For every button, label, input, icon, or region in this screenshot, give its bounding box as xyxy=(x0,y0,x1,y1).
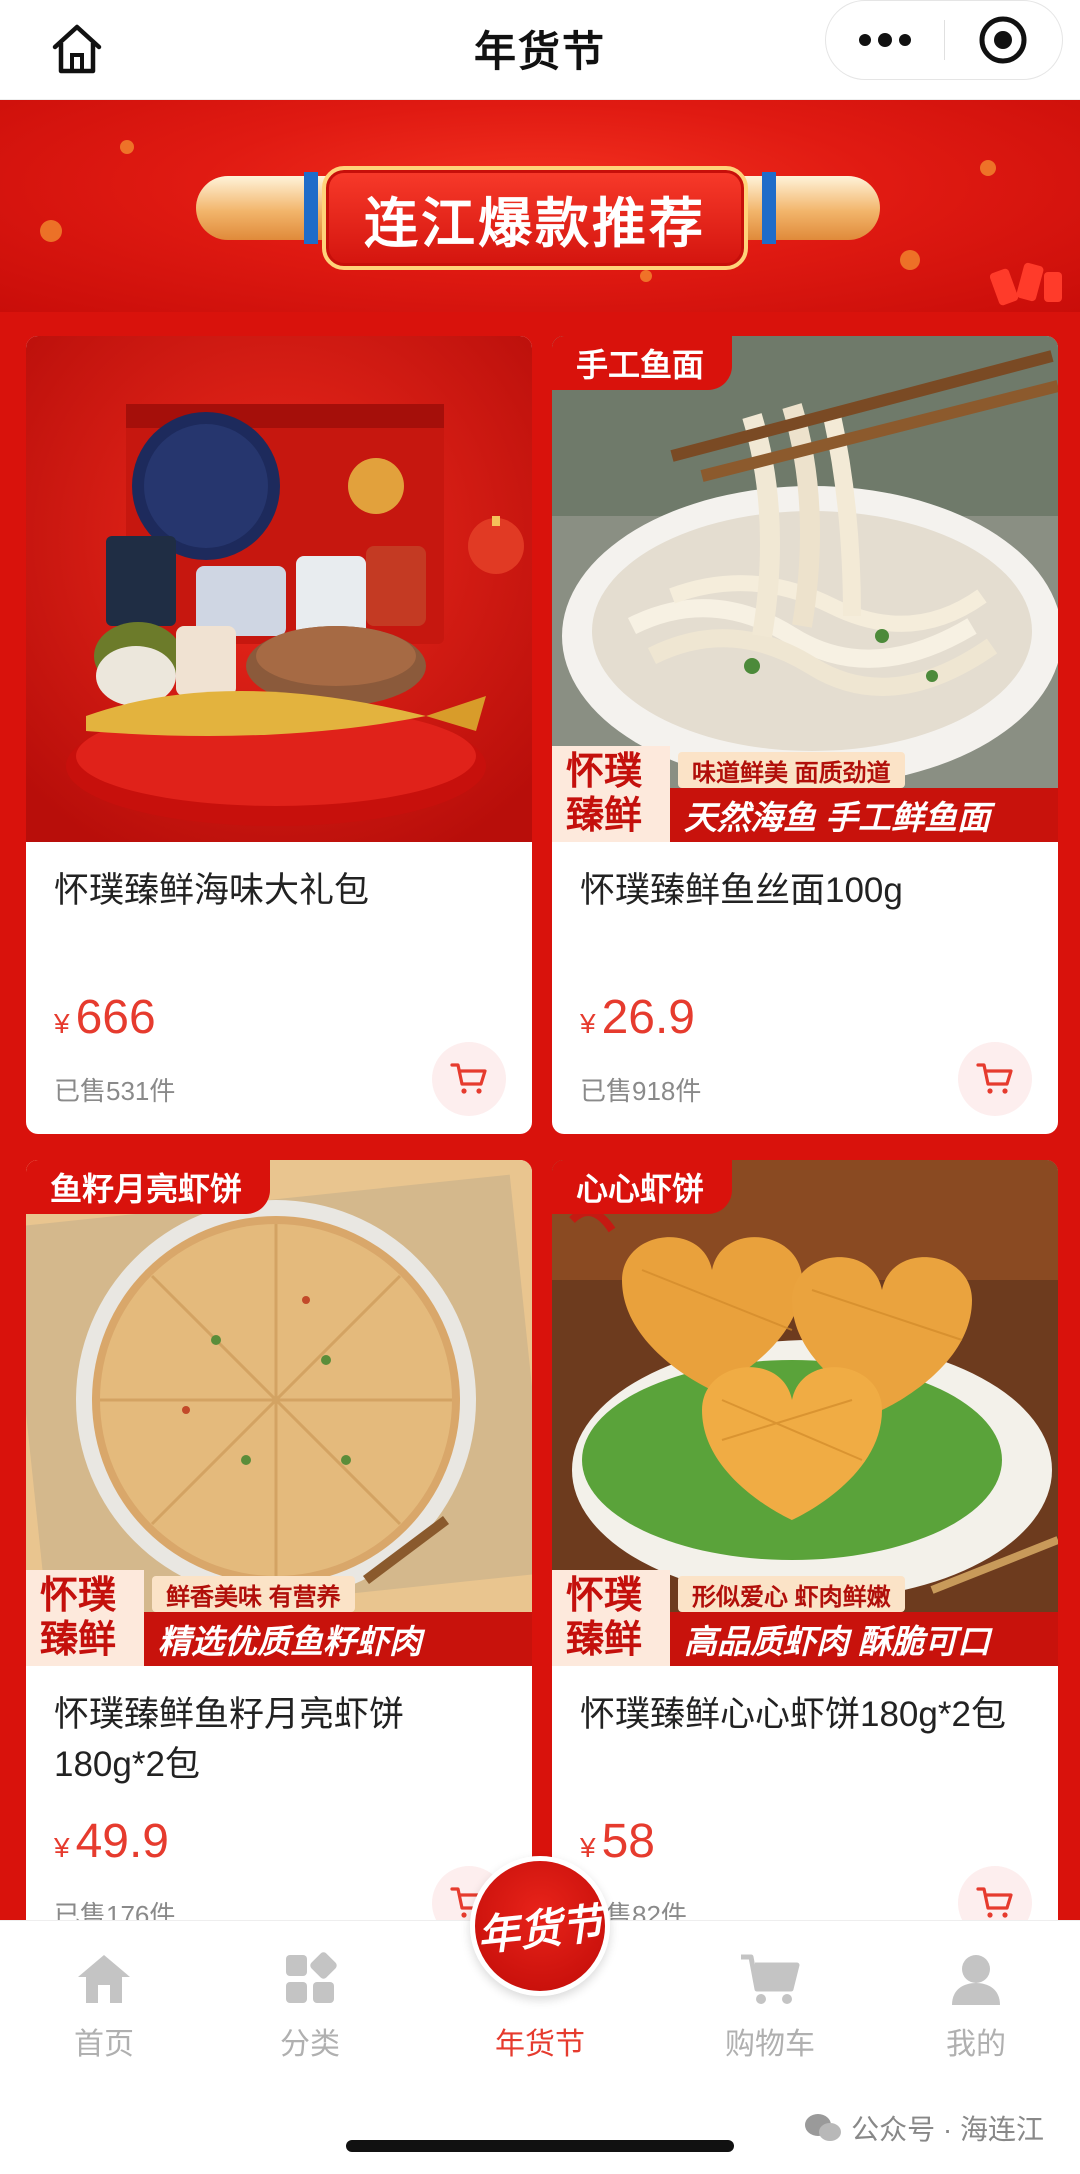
promo-strip: 怀璞臻鲜 形似爱心 虾肉鲜嫩 高品质虾肉 酥脆可口 xyxy=(552,1570,1058,1666)
watermark: 公众号 · 海连江 xyxy=(803,2108,1044,2148)
currency-symbol: ¥ xyxy=(54,1832,70,1863)
watermark-text: 公众号 · 海连江 xyxy=(851,2114,1044,2145)
tab-label: 分类 xyxy=(280,2028,340,2061)
sold-count: 已售176件 xyxy=(54,1900,176,1920)
tab-home[interactable]: 首页 xyxy=(24,1951,184,2091)
content-area: 连江爆款推荐 怀璞臻鲜海味大礼包 ¥ 666 已售531件 手工鱼面 怀璞臻鲜 … xyxy=(0,100,1080,1920)
category-icon xyxy=(286,1952,337,2003)
price-amount: 49.9 xyxy=(75,1815,169,1868)
banner-title: 连江爆款推荐 xyxy=(364,193,706,254)
wechat-icon xyxy=(805,2114,842,2141)
promo-slogan: 天然海鱼 手工鲜鱼面 xyxy=(670,788,1058,842)
banner-sparkle xyxy=(640,270,652,282)
festival-badge-button[interactable]: 年货节 xyxy=(470,1856,610,1996)
product-name[interactable]: 怀璞臻鲜海味大礼包 xyxy=(54,866,514,916)
promo-slogan: 精选优质鱼籽虾肉 xyxy=(144,1612,532,1666)
currency-symbol: ¥ xyxy=(580,1832,596,1863)
product-name[interactable]: 怀璞臻鲜心心虾饼180g*2包 xyxy=(580,1690,1040,1740)
promo-brand: 怀璞臻鲜 xyxy=(26,1570,144,1666)
add-to-cart-button[interactable] xyxy=(958,1042,1032,1116)
add-to-cart-button[interactable] xyxy=(432,1042,506,1116)
promo-brand: 怀璞臻鲜 xyxy=(552,746,670,842)
product-tag: 心心虾饼 xyxy=(552,1160,733,1214)
more-dots-icon xyxy=(858,33,911,47)
product-price: ¥ 49.9 xyxy=(54,1814,169,1869)
price-amount: 58 xyxy=(601,1815,655,1868)
product-card[interactable]: 鱼籽月亮虾饼 怀璞臻鲜 鲜香美味 有营养 精选优质鱼籽虾肉 怀璞臻鲜鱼籽月亮虾饼… xyxy=(26,1160,532,1920)
promo-slogan: 高品质虾肉 酥脆可口 xyxy=(670,1612,1058,1666)
product-card[interactable]: 心心虾饼 怀璞臻鲜 形似爱心 虾肉鲜嫩 高品质虾肉 酥脆可口 怀璞臻鲜心心虾饼1… xyxy=(552,1160,1058,1920)
tab-label: 购物车 xyxy=(725,2028,815,2061)
product-name[interactable]: 怀璞臻鲜鱼丝面100g xyxy=(580,866,1040,916)
home-icon xyxy=(78,1955,130,2003)
sold-count: 已售918件 xyxy=(580,1076,702,1106)
firecracker-icon xyxy=(990,262,1062,306)
more-button[interactable] xyxy=(826,0,944,80)
banner-plaque: 连江爆款推荐 xyxy=(322,166,748,270)
tab-label: 年货节 xyxy=(495,2028,585,2061)
target-icon xyxy=(979,16,1027,64)
tab-profile[interactable]: 我的 xyxy=(896,1951,1056,2091)
home-indicator[interactable] xyxy=(346,2140,734,2152)
profile-icon xyxy=(952,1955,1000,2005)
cart-icon xyxy=(976,1063,1013,1094)
promo-subtitle: 味道鲜美 面质劲道 xyxy=(678,752,905,788)
promo-brand: 怀璞臻鲜 xyxy=(552,1570,670,1666)
tab-label: 首页 xyxy=(74,2028,134,2061)
product-image-moon-shrimp-cake[interactable]: 鱼籽月亮虾饼 怀璞臻鲜 鲜香美味 有营养 精选优质鱼籽虾肉 xyxy=(26,1160,532,1666)
banner-scroll-stripe xyxy=(304,172,318,244)
currency-symbol: ¥ xyxy=(54,1008,70,1039)
cart-icon xyxy=(976,1887,1013,1918)
product-card[interactable]: 怀璞臻鲜海味大礼包 ¥ 666 已售531件 xyxy=(26,336,532,1134)
price-amount: 26.9 xyxy=(601,991,695,1044)
price-amount: 666 xyxy=(75,991,156,1044)
product-price: ¥ 666 xyxy=(54,990,156,1045)
sold-count: 已售531件 xyxy=(54,1076,176,1106)
banner-scroll-stripe xyxy=(762,172,776,244)
product-image-gift-box[interactable] xyxy=(26,336,532,842)
tab-label: 我的 xyxy=(946,2028,1006,2061)
add-to-cart-button[interactable] xyxy=(958,1866,1032,1920)
product-name[interactable]: 怀璞臻鲜鱼籽月亮虾饼180g*2包 xyxy=(54,1690,514,1790)
tab-category[interactable]: 分类 xyxy=(230,1951,390,2091)
top-nav-bar: 年货节 xyxy=(0,0,1080,100)
product-price: ¥ 26.9 xyxy=(580,990,695,1045)
product-tag: 鱼籽月亮虾饼 xyxy=(26,1160,271,1214)
banner-sparkle xyxy=(900,250,920,270)
gift-box-illustration xyxy=(26,336,532,842)
promo-strip: 怀璞臻鲜 味道鲜美 面质劲道 天然海鱼 手工鲜鱼面 xyxy=(552,746,1058,842)
cart-icon xyxy=(450,1063,487,1094)
promo-subtitle: 鲜香美味 有营养 xyxy=(152,1576,355,1612)
currency-symbol: ¥ xyxy=(580,1008,596,1039)
tab-cart[interactable]: 购物车 xyxy=(690,1951,850,2091)
festival-badge-text: 年货节 xyxy=(475,1899,606,1959)
banner-sparkle xyxy=(120,140,134,154)
product-image-heart-shrimp-cake[interactable]: 心心虾饼 怀璞臻鲜 形似爱心 虾肉鲜嫩 高品质虾肉 酥脆可口 xyxy=(552,1160,1058,1666)
promo-strip: 怀璞臻鲜 鲜香美味 有营养 精选优质鱼籽虾肉 xyxy=(26,1570,532,1666)
product-tag: 手工鱼面 xyxy=(552,336,733,390)
banner: 连江爆款推荐 xyxy=(0,100,1080,312)
product-image-fish-noodles[interactable]: 手工鱼面 怀璞臻鲜 味道鲜美 面质劲道 天然海鱼 手工鲜鱼面 xyxy=(552,336,1058,842)
product-card[interactable]: 手工鱼面 怀璞臻鲜 味道鲜美 面质劲道 天然海鱼 手工鲜鱼面 怀璞臻鲜鱼丝面10… xyxy=(552,336,1058,1134)
promo-subtitle: 形似爱心 虾肉鲜嫩 xyxy=(678,1576,905,1612)
banner-sparkle xyxy=(40,220,62,242)
mini-program-capsule xyxy=(825,0,1063,80)
cart-icon xyxy=(741,1954,800,2004)
banner-sparkle xyxy=(980,160,996,176)
close-miniprogram-button[interactable] xyxy=(945,0,1063,80)
product-price: ¥ 58 xyxy=(580,1814,655,1869)
